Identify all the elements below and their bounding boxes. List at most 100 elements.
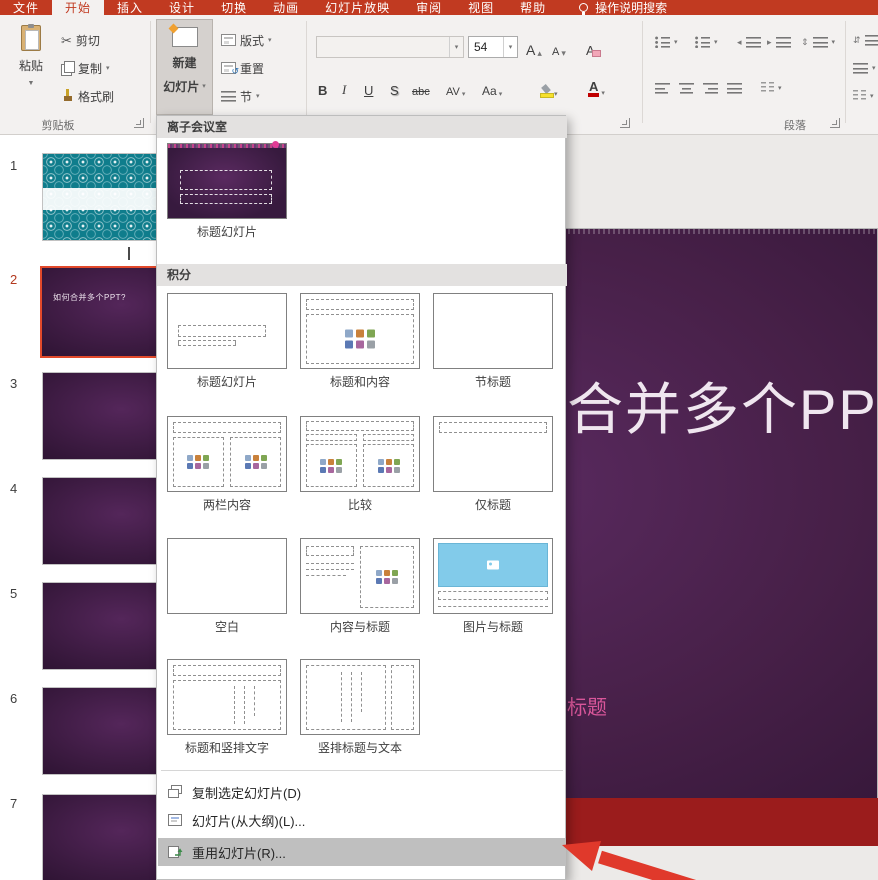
highlighter-icon	[540, 85, 552, 98]
align-text-button[interactable]: ▾	[850, 57, 878, 79]
reset-icon: ↺	[221, 62, 236, 74]
layout-icon	[221, 34, 236, 46]
slide-title[interactable]: 合并多个PP	[567, 365, 878, 446]
slide-subtitle-placeholder[interactable]: 标题	[567, 691, 607, 720]
tell-me-search[interactable]: 操作说明搜索	[579, 0, 667, 15]
font-name-combobox[interactable]: ▾	[316, 36, 464, 58]
tab-review[interactable]: 审阅	[403, 0, 455, 15]
decrease-indent-button[interactable]: ◂	[734, 31, 764, 53]
text-direction-button[interactable]: ⇵	[850, 29, 878, 51]
section-label: 节	[240, 88, 252, 105]
font-size-combobox[interactable]: 54 ▾	[468, 36, 518, 58]
grow-font-button[interactable]: A▴	[526, 38, 542, 58]
tab-file[interactable]: 文件	[0, 0, 52, 15]
bold-button[interactable]: B	[318, 78, 327, 98]
justify-button[interactable]	[724, 77, 745, 99]
group-separator	[642, 21, 643, 123]
paste-button[interactable]: 粘贴 ▼	[8, 21, 54, 113]
strikethrough-button[interactable]: abc	[412, 78, 430, 98]
layout-cell-content-with-caption[interactable]: 内容与标题	[300, 538, 420, 635]
slide-number-1: 1	[10, 158, 17, 173]
layout-cell-title-and-content[interactable]: 标题和内容	[300, 293, 420, 390]
font-dialog-launcher[interactable]	[620, 118, 630, 128]
increase-indent-button[interactable]: ▸	[764, 31, 794, 53]
indent-right-arrow-icon: ▸	[767, 38, 772, 47]
format-painter-button[interactable]: 格式刷	[58, 85, 117, 107]
tab-animations[interactable]: 动画	[260, 0, 312, 15]
content-placeholder-icons	[345, 330, 375, 349]
slide-number-5: 5	[10, 586, 17, 601]
reuse-slides-menuitem[interactable]: 重用幻灯片(R)...	[158, 838, 566, 866]
section-button[interactable]: 节 ▾	[218, 85, 263, 107]
shrink-font-button[interactable]: A▾	[552, 38, 566, 58]
font-color-glyph: A	[588, 80, 599, 97]
tab-help[interactable]: 帮助	[507, 0, 559, 15]
change-case-button[interactable]: Aa▾	[482, 78, 502, 98]
tab-slideshow[interactable]: 幻灯片放映	[312, 0, 403, 15]
powerpoint-window: 文件 开始 插入 设计 切换 动画 幻灯片放映 审阅 视图 帮助 操作说明搜索 …	[0, 0, 878, 880]
new-slide-label-line1: 新建	[172, 54, 196, 71]
layout-cell-title-and-vertical-text[interactable]: 标题和竖排文字	[167, 659, 287, 756]
justify-icon	[727, 82, 742, 94]
chevron-down-icon: ▾	[674, 39, 678, 46]
layout-cell-vertical-title-and-text[interactable]: 竖排标题与文本	[300, 659, 420, 756]
layout-cell-two-content[interactable]: 两栏内容	[167, 416, 287, 513]
font-color-button[interactable]: A▾	[588, 77, 605, 97]
layout-label: 节标题	[433, 373, 553, 390]
paragraph-dialog-launcher[interactable]	[830, 118, 840, 128]
reset-button[interactable]: ↺ 重置	[218, 57, 267, 79]
tab-insert[interactable]: 插入	[104, 0, 156, 15]
reset-label: 重置	[240, 60, 264, 77]
align-right-button[interactable]	[700, 77, 721, 99]
align-center-button[interactable]	[676, 77, 697, 99]
tab-view[interactable]: 视图	[455, 0, 507, 15]
underline-button[interactable]: U	[364, 78, 373, 98]
layout-cell-blank[interactable]: 空白	[167, 538, 287, 635]
layout-label: 内容与标题	[300, 618, 420, 635]
text-shadow-button[interactable]: S	[390, 78, 399, 98]
bold-glyph: B	[318, 83, 327, 98]
tab-transitions[interactable]: 切换	[208, 0, 260, 15]
bullets-icon	[655, 36, 670, 48]
grow-font-glyph: A	[526, 42, 535, 58]
line-spacing-button[interactable]: ⇕▾	[798, 31, 838, 53]
clipboard-dialog-launcher[interactable]	[134, 118, 144, 128]
copy-button[interactable]: 复制 ▾	[58, 57, 113, 79]
layout-label: 标题幻灯片	[167, 373, 287, 390]
clear-formatting-button[interactable]: A	[586, 38, 595, 58]
columns-button[interactable]: ▾	[758, 77, 785, 99]
layout-cell-title-slide[interactable]: 标题幻灯片	[167, 293, 287, 390]
character-spacing-button[interactable]: AV▾	[446, 78, 465, 98]
tab-design[interactable]: 设计	[156, 0, 208, 15]
italic-button[interactable]: I	[342, 78, 346, 98]
bullets-button[interactable]: ▾	[652, 31, 681, 53]
new-slide-button[interactable]: 新建 幻灯片 ▾	[156, 19, 213, 115]
text-direction-lines-icon	[865, 34, 878, 46]
align-left-button[interactable]	[652, 77, 673, 99]
paste-label: 粘贴	[19, 57, 43, 74]
indent-left-arrow-icon: ◂	[737, 38, 742, 47]
convert-smartart-button[interactable]: ▾	[850, 85, 877, 107]
layout-cell-title-only[interactable]: 仅标题	[433, 416, 553, 513]
chevron-down-icon: ▾	[202, 83, 206, 90]
paste-clipboard-icon	[21, 25, 41, 51]
lightbulb-icon	[579, 3, 588, 12]
layout-button[interactable]: 版式 ▾	[218, 29, 275, 51]
align-left-icon	[655, 82, 670, 94]
slides-from-outline-menuitem[interactable]: 幻灯片(从大纲)(L)...	[158, 806, 566, 834]
layout-cell-ion-title-slide[interactable]: 标题幻灯片	[167, 143, 287, 240]
cut-button[interactable]: ✂ 剪切	[58, 29, 103, 51]
layout-cell-section-header[interactable]: 节标题	[433, 293, 553, 390]
scissors-icon: ✂	[61, 34, 72, 47]
layout-cell-comparison[interactable]: 比较	[300, 416, 420, 513]
duplicate-selected-slides-menuitem[interactable]: 复制选定幻灯片(D)	[158, 778, 566, 806]
numbering-button[interactable]: ▾	[692, 31, 721, 53]
reuse-slides-icon	[167, 845, 183, 859]
font-size-value: 54	[469, 40, 503, 54]
layout-label: 版式	[240, 32, 264, 49]
char-spacing-glyph: AV	[446, 86, 460, 98]
tab-home[interactable]: 开始	[52, 0, 104, 15]
layout-cell-picture-with-caption[interactable]: 图片与标题	[433, 538, 553, 635]
ion-pattern-strip	[168, 144, 286, 148]
text-highlight-button[interactable]: ▾	[540, 78, 558, 98]
